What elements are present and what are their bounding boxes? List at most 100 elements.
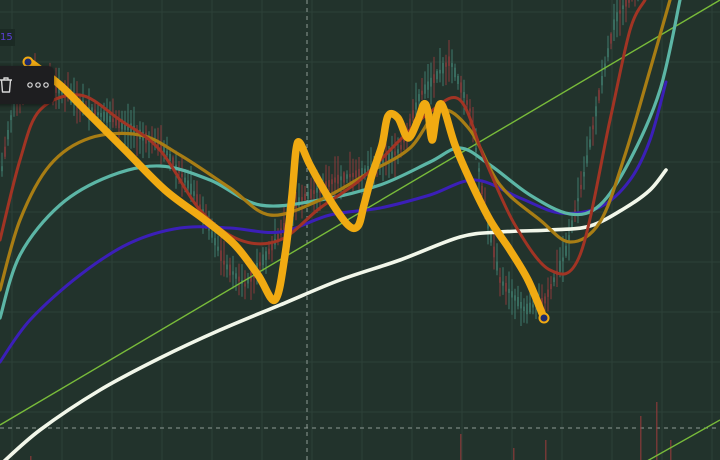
candle-body bbox=[415, 102, 417, 110]
moving-average-teal bbox=[0, 0, 682, 320]
candle-body bbox=[316, 187, 318, 193]
candle-body bbox=[478, 168, 480, 172]
candlesticks bbox=[1, 0, 639, 326]
candle-body bbox=[349, 174, 351, 178]
candle-body bbox=[109, 116, 111, 122]
more-horizontal-icon bbox=[27, 82, 49, 88]
candle-body bbox=[409, 118, 411, 127]
candle-body bbox=[352, 172, 354, 177]
candle-body bbox=[7, 130, 9, 140]
candle-body bbox=[112, 118, 114, 123]
candle-body bbox=[397, 149, 399, 154]
candle-body bbox=[517, 297, 519, 307]
candle-body bbox=[277, 233, 279, 240]
candle-body bbox=[508, 288, 510, 293]
moving-averages bbox=[0, 0, 682, 460]
candle-body bbox=[187, 180, 189, 189]
candle-body bbox=[184, 177, 186, 183]
candle-body bbox=[262, 254, 264, 266]
trend-line-lower bbox=[647, 419, 720, 460]
candle-body bbox=[265, 251, 267, 260]
candle-body bbox=[304, 193, 306, 201]
candle-body bbox=[622, 5, 624, 9]
candle-body bbox=[607, 48, 609, 58]
trash-icon bbox=[0, 77, 12, 93]
candle-body bbox=[445, 62, 447, 67]
candle-body bbox=[430, 77, 432, 87]
candle-body bbox=[433, 74, 435, 83]
candle-body bbox=[346, 174, 348, 179]
delete-drawing-button[interactable] bbox=[0, 66, 18, 104]
candle-body bbox=[358, 168, 360, 178]
chart-grid bbox=[0, 0, 720, 460]
candle-body bbox=[454, 67, 456, 78]
candle-body bbox=[562, 257, 564, 262]
candle-body bbox=[616, 12, 618, 22]
candle-body bbox=[559, 260, 561, 272]
candle-body bbox=[598, 90, 600, 101]
candle-body bbox=[451, 63, 453, 67]
candle-body bbox=[313, 190, 315, 194]
candle-body bbox=[421, 90, 423, 95]
candle-body bbox=[475, 147, 477, 153]
candle-body bbox=[550, 284, 552, 290]
price-axis-tag: 15 bbox=[0, 29, 15, 46]
drawing-end-handle bbox=[538, 312, 550, 324]
candle-body bbox=[226, 264, 228, 270]
candle-body bbox=[193, 191, 195, 196]
candle-body bbox=[493, 246, 495, 258]
more-options-button[interactable] bbox=[22, 66, 54, 104]
candle-body bbox=[481, 185, 483, 194]
candle-body bbox=[334, 177, 336, 183]
candle-body bbox=[223, 260, 225, 265]
candle-body bbox=[544, 296, 546, 304]
candle-body bbox=[553, 277, 555, 283]
volume-bar bbox=[656, 402, 658, 460]
candle-body bbox=[586, 155, 588, 164]
candle-body bbox=[229, 264, 231, 276]
candle-body bbox=[613, 19, 615, 30]
volume-bars bbox=[30, 402, 672, 460]
candle-body bbox=[610, 33, 612, 44]
candle-body bbox=[307, 191, 309, 199]
volume-bar bbox=[640, 416, 642, 460]
candle-body bbox=[526, 303, 528, 315]
candle-body bbox=[217, 246, 219, 251]
chart-area[interactable]: 15 bbox=[0, 0, 720, 460]
candle-body bbox=[565, 245, 567, 256]
candle-body bbox=[628, 0, 630, 3]
candle-body bbox=[106, 112, 108, 123]
candle-body bbox=[268, 248, 270, 255]
candle-body bbox=[427, 81, 429, 90]
candle-body bbox=[502, 281, 504, 286]
candle-body bbox=[523, 306, 525, 311]
candle-body bbox=[463, 92, 465, 98]
candle-body bbox=[466, 100, 468, 105]
candle-body bbox=[589, 139, 591, 148]
candle-body bbox=[514, 295, 516, 301]
candle-body bbox=[601, 76, 603, 86]
candle-body bbox=[337, 174, 339, 184]
candle-body bbox=[4, 146, 6, 157]
candle-body bbox=[511, 291, 513, 298]
price-chart[interactable] bbox=[0, 0, 720, 460]
candle-body bbox=[457, 76, 459, 84]
candle-body bbox=[310, 189, 312, 199]
candle-body bbox=[301, 197, 303, 201]
candle-body bbox=[469, 108, 471, 112]
candle-body bbox=[592, 125, 594, 130]
candle-body bbox=[1, 166, 3, 172]
candle-body bbox=[424, 84, 426, 94]
volume-bar bbox=[513, 448, 515, 460]
candle-body bbox=[394, 151, 396, 156]
candle-body bbox=[259, 262, 261, 266]
candle-body bbox=[499, 277, 501, 283]
candle-body bbox=[412, 110, 414, 119]
candle-body bbox=[283, 223, 285, 231]
candle-body bbox=[211, 231, 213, 238]
candle-body bbox=[496, 261, 498, 271]
candle-body bbox=[580, 184, 582, 190]
candle-body bbox=[244, 283, 246, 287]
candle-body bbox=[532, 304, 534, 308]
candle-body bbox=[439, 69, 441, 74]
